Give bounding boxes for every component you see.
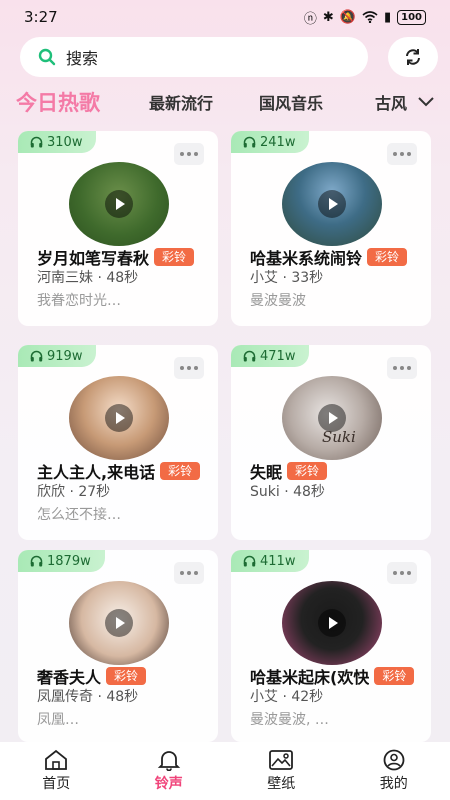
more-button[interactable]	[174, 143, 204, 165]
home-icon	[45, 749, 68, 770]
nav-label: 首页	[42, 776, 71, 792]
tab-gufeng[interactable]: 古风	[375, 84, 407, 120]
play-count-badge: 310w	[18, 131, 97, 153]
play-icon[interactable]	[318, 609, 346, 637]
cover-image[interactable]	[69, 376, 169, 460]
play-count: 310w	[47, 134, 83, 150]
cover-image[interactable]	[69, 581, 169, 665]
more-button[interactable]	[174, 562, 204, 584]
wifi-icon	[362, 11, 378, 23]
mute-icon: 🔕	[339, 9, 356, 25]
nav-wallpaper[interactable]: 壁纸	[225, 742, 338, 800]
ringtone-desc: 曼波曼波, …	[250, 712, 329, 728]
ringback-tag: 彩铃	[106, 667, 147, 685]
play-count: 471w	[260, 348, 296, 364]
ringtone-meta: Suki · 48秒	[250, 484, 325, 500]
nfc-icon: ⓝ	[303, 11, 317, 27]
ringtone-card[interactable]: 310w 岁月如笔写春秋 彩铃 河南三妹 · 48秒 我眷恋时光…	[18, 131, 218, 326]
cover-image[interactable]	[282, 581, 382, 665]
cover-image[interactable]	[282, 162, 382, 246]
nav-ringtone[interactable]: 铃声	[113, 742, 226, 800]
headphones-icon	[243, 136, 256, 148]
play-icon[interactable]	[105, 404, 133, 432]
refresh-icon	[406, 49, 420, 65]
bluetooth-icon: ✱	[322, 9, 334, 25]
ringtone-desc: 怎么还不接…	[37, 507, 121, 523]
search-placeholder: 搜索	[66, 49, 99, 68]
cover-image[interactable]	[69, 162, 169, 246]
ringback-tag: 彩铃	[160, 462, 201, 480]
nav-label: 铃声	[154, 776, 183, 792]
more-button[interactable]	[387, 357, 417, 379]
ringtone-card[interactable]: 919w 主人主人,来电话 彩铃 欣欣 · 27秒 怎么还不接…	[18, 345, 218, 540]
status-time: 3:27	[24, 8, 58, 26]
battery-indicator: 100	[397, 9, 426, 25]
play-icon[interactable]	[105, 609, 133, 637]
ringtone-meta: 凤凰传奇 · 48秒	[37, 689, 139, 705]
play-count-badge: 1879w	[18, 550, 105, 572]
search-input[interactable]: 搜索	[20, 37, 368, 77]
ringback-tag: 彩铃	[367, 248, 408, 266]
play-count: 241w	[260, 134, 296, 150]
ringtone-title: 岁月如笔写春秋	[37, 249, 150, 268]
nav-label: 壁纸	[267, 776, 296, 792]
status-icons: ⓝ ✱ 🔕 ▮ 100	[304, 8, 426, 27]
more-button[interactable]	[174, 357, 204, 379]
ringtone-title: 哈基米起床(欢快	[250, 668, 370, 687]
nav-mine[interactable]: 我的	[338, 742, 450, 800]
user-icon	[383, 749, 405, 771]
ringtone-meta: 河南三妹 · 48秒	[37, 270, 139, 286]
tab-latest-pop[interactable]: 最新流行	[149, 84, 213, 120]
headphones-icon	[30, 555, 43, 567]
status-bar: 3:27 ⓝ ✱ 🔕 ▮ 100	[0, 0, 450, 34]
chevron-down-icon[interactable]	[417, 96, 435, 108]
play-count: 411w	[260, 553, 296, 569]
play-count-badge: 411w	[231, 550, 310, 572]
cover-text: Suki	[322, 428, 356, 446]
ringtone-title: 主人主人,来电话	[37, 463, 156, 482]
ringtone-card[interactable]: 471w Suki 失眠 彩铃 Suki · 48秒	[231, 345, 431, 540]
search-icon	[38, 48, 56, 66]
headphones-icon	[30, 136, 43, 148]
bottom-nav: 首页 铃声 壁纸 我的	[0, 742, 450, 800]
ringback-tag: 彩铃	[287, 462, 328, 480]
ringtone-card[interactable]: 411w 哈基米起床(欢快 彩铃 小艾 · 42秒 曼波曼波, …	[231, 550, 431, 742]
play-count-badge: 471w	[231, 345, 310, 367]
refresh-button[interactable]	[388, 37, 438, 77]
more-button[interactable]	[387, 143, 417, 165]
signal-icon: ▮	[383, 9, 392, 25]
play-count-badge: 919w	[18, 345, 97, 367]
ringtone-card[interactable]: 241w 哈基米系统闹铃 彩铃 小艾 · 33秒 曼波曼波	[231, 131, 431, 326]
ringtone-meta: 小艾 · 33秒	[250, 270, 324, 286]
ringtone-meta: 欣欣 · 27秒	[37, 484, 111, 500]
ringtone-desc: 凤凰…	[37, 712, 79, 728]
ringtone-desc: 曼波曼波	[250, 293, 306, 309]
play-count: 919w	[47, 348, 83, 364]
more-button[interactable]	[387, 562, 417, 584]
tab-hot-today[interactable]: 今日热歌	[16, 84, 100, 120]
ringtone-title: 失眠	[250, 463, 283, 482]
ringtone-title: 奢香夫人	[37, 668, 102, 687]
image-icon	[269, 750, 294, 770]
ringback-tag: 彩铃	[374, 667, 415, 685]
play-count-badge: 241w	[231, 131, 310, 153]
play-icon[interactable]	[105, 190, 133, 218]
nav-home[interactable]: 首页	[0, 742, 113, 800]
cover-image[interactable]: Suki	[282, 376, 382, 460]
ringback-tag: 彩铃	[154, 248, 195, 266]
bell-icon	[157, 751, 180, 771]
tab-guofeng-music[interactable]: 国风音乐	[259, 84, 323, 120]
ringtone-desc: 我眷恋时光…	[37, 293, 121, 309]
headphones-icon	[243, 350, 256, 362]
nav-label: 我的	[379, 776, 408, 792]
ringtone-title: 哈基米系统闹铃	[250, 249, 363, 268]
headphones-icon	[243, 555, 256, 567]
ringtone-card[interactable]: 1879w 奢香夫人 彩铃 凤凰传奇 · 48秒 凤凰…	[18, 550, 218, 742]
play-icon[interactable]	[318, 190, 346, 218]
ringtone-meta: 小艾 · 42秒	[250, 689, 324, 705]
play-count: 1879w	[47, 553, 91, 569]
category-tabs: 今日热歌 最新流行 国风音乐 古风	[0, 84, 450, 120]
headphones-icon	[30, 350, 43, 362]
